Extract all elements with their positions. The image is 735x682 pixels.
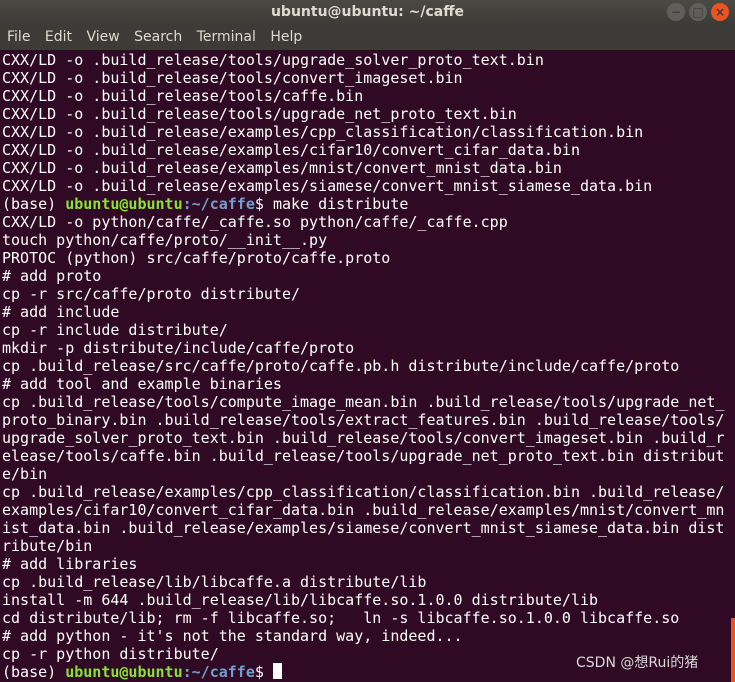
terminal-line: install -m 644 .build_release/lib/libcaf… — [2, 591, 599, 609]
terminal-line: CXX/LD -o .build_release/examples/cifar1… — [2, 141, 580, 159]
terminal-output[interactable]: CXX/LD -o .build_release/tools/upgrade_s… — [2, 51, 732, 681]
terminal-window: ubuntu@ubuntu: ~/caffe − □ × File Edit V… — [0, 0, 735, 682]
prompt-path: :~/caffe — [182, 663, 255, 681]
terminal-line: cp -r src/caffe/proto distribute/ — [2, 285, 301, 303]
terminal-line: cp .build_release/tools/compute_image_me… — [2, 393, 725, 411]
terminal-line: cp .build_release/lib/libcaffe.a distrib… — [2, 573, 427, 591]
menu-search[interactable]: Search — [134, 29, 182, 45]
terminal-line: mkdir -p distribute/include/caffe/proto — [2, 339, 355, 357]
terminal-line: # add proto — [2, 267, 102, 285]
terminal-line: e/bin — [2, 465, 48, 483]
terminal-line: # add tool and example binaries — [2, 375, 282, 393]
terminal-line: elease/tools/caffe.bin .build_release/to… — [2, 447, 725, 465]
prompt-command: make distribute — [272, 195, 409, 213]
terminal-line: proto_binary.bin .build_release/tools/ex… — [2, 411, 725, 429]
terminal-line: CXX/LD -o .build_release/tools/convert_i… — [2, 69, 463, 87]
terminal-line: CXX/LD -o python/caffe/_caffe.so python/… — [2, 213, 508, 231]
terminal-line: # add python - it's not the standard way… — [2, 627, 463, 645]
prompt-symbol: $ — [254, 195, 273, 213]
terminal-line: cp -r include distribute/ — [2, 321, 228, 339]
terminal-line: # add include — [2, 303, 120, 321]
menu-file[interactable]: File — [7, 29, 30, 45]
watermark-text: CSDN @想Rui的猪 — [576, 655, 699, 671]
terminal-line: # add libraries — [2, 555, 138, 573]
terminal-line: CXX/LD -o .build_release/examples/cpp_cl… — [2, 123, 644, 141]
prompt-user: ubuntu@ubuntu — [65, 195, 183, 213]
maximize-button[interactable]: □ — [689, 3, 707, 21]
terminal-line: ist_data.bin .build_release/examples/sia… — [2, 519, 725, 537]
shell-prompt-line: (base) ubuntu@ubuntu:~/caffe$ make distr… — [2, 195, 732, 213]
menu-terminal[interactable]: Terminal — [197, 29, 256, 45]
menu-bar: File Edit View Search Terminal Help — [0, 25, 735, 50]
prompt-symbol: $ — [254, 663, 273, 681]
terminal-line: CXX/LD -o .build_release/examples/siames… — [2, 177, 653, 195]
menu-edit[interactable]: Edit — [45, 29, 72, 45]
terminal-line: CXX/LD -o .build_release/tools/upgrade_s… — [2, 51, 544, 69]
window-controls: − □ × — [667, 3, 729, 21]
terminal-line: PROTOC (python) src/caffe/proto/caffe.pr… — [2, 249, 391, 267]
terminal-line: CXX/LD -o .build_release/examples/mnist/… — [2, 159, 562, 177]
conda-env: (base) — [2, 663, 66, 681]
text-cursor — [272, 663, 282, 679]
terminal-line: cp .build_release/src/caffe/proto/caffe.… — [2, 357, 680, 375]
window-title: ubuntu@ubuntu: ~/caffe — [270, 4, 465, 20]
terminal-line: examples/cifar10/convert_cifar_data.bin … — [2, 501, 725, 519]
terminal-line: CXX/LD -o .build_release/tools/caffe.bin — [2, 87, 364, 105]
prompt-user: ubuntu@ubuntu — [65, 663, 183, 681]
scrollbar[interactable] — [731, 618, 735, 682]
minimize-button[interactable]: − — [667, 3, 685, 21]
menu-help[interactable]: Help — [270, 29, 302, 45]
close-button[interactable]: × — [711, 3, 729, 21]
terminal-line: CXX/LD -o .build_release/tools/upgrade_n… — [2, 105, 517, 123]
terminal-line: cd distribute/lib; rm -f libcaffe.so; ln… — [2, 609, 680, 627]
terminal-line: cp .build_release/examples/cpp_classific… — [2, 483, 725, 501]
title-bar[interactable]: ubuntu@ubuntu: ~/caffe − □ × — [0, 0, 735, 25]
conda-env: (base) — [2, 195, 66, 213]
terminal-line: touch python/caffe/proto/__init__.py — [2, 231, 328, 249]
prompt-path: :~/caffe — [182, 195, 255, 213]
menu-view[interactable]: View — [86, 29, 119, 45]
terminal-line: ribute/bin — [2, 537, 93, 555]
terminal-line: upgrade_solver_proto_text.bin .build_rel… — [2, 429, 725, 447]
